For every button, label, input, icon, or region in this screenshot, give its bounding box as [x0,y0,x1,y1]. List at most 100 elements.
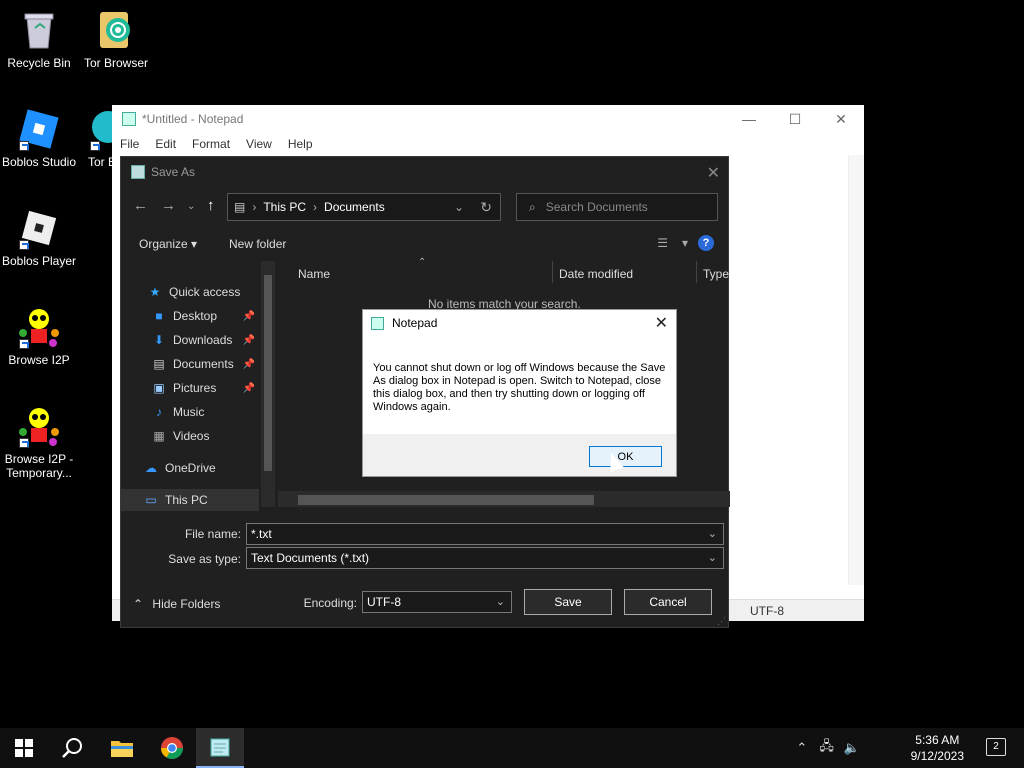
minimize-icon[interactable]: — [726,105,772,133]
column-name[interactable]: Name [298,267,330,281]
close-icon[interactable]: ✕ [655,313,668,333]
view-options-icon[interactable]: ☰ [657,236,668,250]
tor-icon [76,107,116,151]
file-list-horizontal-scrollbar[interactable] [278,491,730,507]
file-name-value: *.txt [251,527,272,541]
menu-view[interactable]: View [246,137,272,151]
recycle-bin-icon [17,8,61,52]
nav-this-pc[interactable]: ▭ This PC [121,489,259,511]
scrollbar-thumb[interactable] [264,275,272,471]
taskbar: ⌃ 🖧 🔈 5:36 AM 9/12/2023 2 [0,728,1024,768]
windows-logo-icon [15,739,33,757]
address-bar[interactable]: ▤ › This PC › Documents ⌄ ↻ [227,193,501,221]
chevron-up-icon[interactable]: ⌃ [796,740,807,756]
menu-help[interactable]: Help [288,137,313,151]
menu-file[interactable]: File [120,137,139,151]
network-icon[interactable]: 🖧 [819,737,834,759]
desktop-icon-label: Browse I2P [8,353,70,367]
nav-videos[interactable]: ▦ Videos [121,425,259,447]
chevron-right-icon: › [252,200,257,214]
column-type[interactable]: Type [703,267,729,281]
desktop-icon-browse-i2p-temporary[interactable]: Browse I2P - Temporary... [1,404,77,480]
navigation-pane-scrollbar[interactable] [261,261,275,507]
breadcrumb-documents[interactable]: Documents [324,200,385,214]
boblos-studio-icon [17,107,61,151]
organize-button[interactable]: Organize ▾ [139,237,197,251]
nav-onedrive[interactable]: ☁ OneDrive [121,457,259,479]
cancel-button[interactable]: Cancel [624,589,712,615]
search-placeholder: Search Documents [545,200,648,214]
close-icon[interactable]: ✕ [818,105,864,133]
desktop-icon-label: Recycle Bin [7,56,71,70]
notepad-vertical-scrollbar[interactable] [848,155,864,585]
chevron-down-icon[interactable]: ⌄ [496,595,505,608]
search-input[interactable]: ⌕ Search Documents [516,193,718,221]
search-icon [62,738,82,758]
menu-format[interactable]: Format [192,137,230,151]
notepad-taskbar-button[interactable] [196,728,244,768]
search-button[interactable] [48,728,96,768]
organize-label: Organize [139,237,188,251]
volume-muted-icon[interactable]: 🔈 [844,740,860,756]
back-arrow-icon[interactable]: ← [133,197,148,214]
help-icon[interactable]: ? [698,235,714,251]
alert-title: Notepad [392,316,438,330]
alert-titlebar[interactable]: Notepad [363,310,676,336]
notepad-icon [131,165,145,179]
notepad-icon [371,316,384,330]
save-type-value: Text Documents (*.txt) [251,551,370,565]
column-date-modified[interactable]: Date modified [559,267,633,281]
notepad-alert-dialog[interactable]: Notepad ✕ You cannot shut down or log of… [362,309,677,477]
save-type-select[interactable]: Text Documents (*.txt) ⌄ [246,547,724,569]
i2p-icon [17,305,61,349]
nav-downloads[interactable]: ⬇ Downloads 📌 [121,329,259,351]
start-button[interactable] [0,728,48,768]
chrome-button[interactable] [148,728,196,768]
desktop-icon-boblos-studio[interactable]: Boblos Studio [1,107,77,169]
file-name-label: File name: [184,527,241,541]
forward-arrow-icon[interactable]: → [161,197,176,214]
menu-edit[interactable]: Edit [155,137,176,151]
desktop-icon-boblos-player[interactable]: Boblos Player [1,206,77,268]
clock[interactable]: 5:36 AM 9/12/2023 [911,732,964,764]
nav-documents[interactable]: ▤ Documents 📌 [121,353,259,375]
chevron-down-icon[interactable]: ⌄ [708,527,717,540]
breadcrumb-this-pc[interactable]: This PC [263,200,306,214]
chevron-down-icon[interactable]: ⌄ [454,200,464,214]
chevron-down-icon[interactable]: ▾ [682,236,688,250]
ok-button[interactable]: OK [589,446,662,467]
nav-music[interactable]: ♪ Music [121,401,259,423]
encoding-select[interactable]: UTF-8 ⌄ [362,591,512,613]
desktop-icon-label: Boblos Player [1,254,77,268]
shortcut-arrow-icon [19,240,29,250]
file-name-input[interactable]: *.txt ⌄ [246,523,724,545]
save-type-label: Save as type: [168,552,241,566]
maximize-icon[interactable]: ☐ [772,105,818,133]
pin-icon: 📌 [242,310,255,322]
desktop-icon-browse-i2p[interactable]: Browse I2P [1,305,77,367]
nav-quick-access[interactable]: ★ Quick access [121,281,259,303]
scrollbar-thumb[interactable] [298,495,594,505]
desktop-icon-recycle-bin[interactable]: Recycle Bin [1,8,77,70]
pin-icon: 📌 [242,382,255,394]
pictures-icon: ▣ [153,381,165,395]
notification-center-icon[interactable]: 2 [986,738,1006,756]
save-button[interactable]: Save [524,589,612,615]
recent-locations-chevron-icon[interactable]: ⌄ [187,201,195,212]
column-headers: Name ⌃ Date modified Type [278,257,730,285]
save-as-titlebar[interactable]: Save As [121,157,728,187]
up-arrow-icon[interactable]: ↑ [207,197,215,214]
resize-grip-icon[interactable]: ⋰ [717,616,726,627]
desktop-icon-label: Tor Browser [83,56,148,70]
file-explorer-button[interactable] [98,728,146,768]
hide-folders-button[interactable]: ⌃ Hide Folders [133,597,220,611]
refresh-icon[interactable]: ↻ [480,199,492,216]
chevron-down-icon[interactable]: ⌄ [708,551,717,564]
close-icon[interactable]: ✕ [707,163,720,183]
new-folder-button[interactable]: New folder [229,237,286,251]
notepad-icon [210,738,230,757]
desktop-icon-tor-browser[interactable]: Tor Browser [78,8,154,70]
nav-pictures[interactable]: ▣ Pictures 📌 [121,377,259,399]
nav-desktop[interactable]: ■ Desktop 📌 [121,305,259,327]
desktop-icon-tor-partial[interactable]: Tor B [76,107,116,169]
